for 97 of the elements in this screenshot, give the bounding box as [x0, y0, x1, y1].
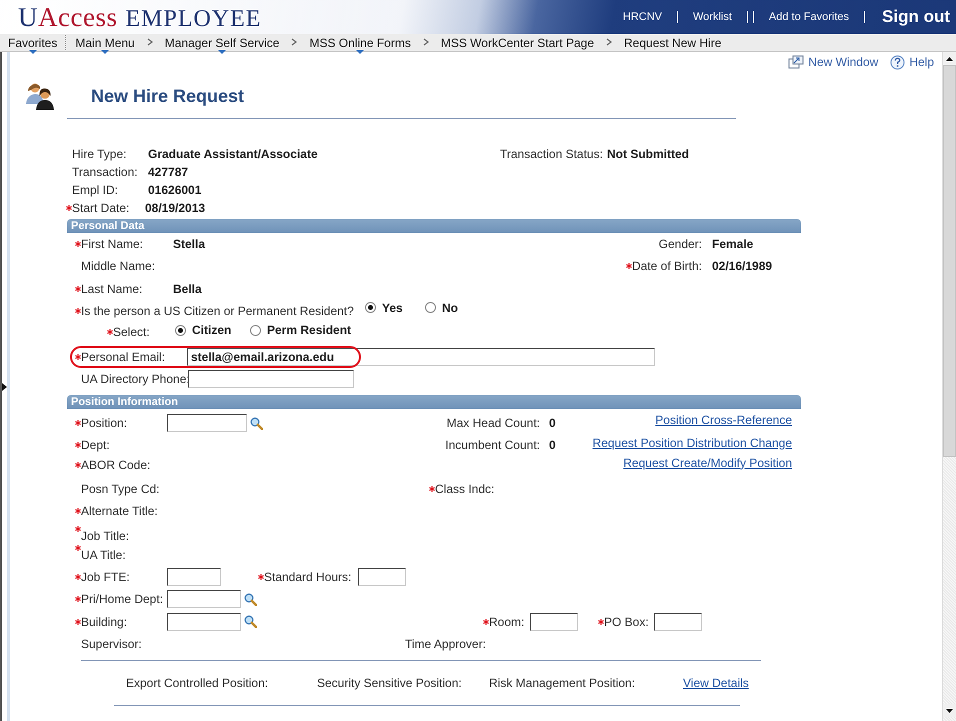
- input-field[interactable]: [358, 568, 406, 586]
- field-label: Position:: [81, 416, 128, 430]
- radio-label: Yes: [382, 300, 403, 314]
- field-label: UA Directory Phone:: [81, 372, 190, 386]
- input-field[interactable]: [654, 612, 702, 630]
- field-label: Time Approver:: [405, 636, 486, 650]
- field-label: UA Title:: [81, 548, 126, 562]
- search-icon[interactable]: [250, 416, 263, 430]
- field-label: Pri/Home Dept:: [81, 592, 164, 606]
- field-label: PO Box:: [604, 614, 649, 628]
- radio-button[interactable]: [250, 324, 261, 336]
- input-field[interactable]: [530, 612, 578, 630]
- field-label: Start Date:: [72, 201, 130, 215]
- text-link[interactable]: Position Cross-Reference: [655, 413, 792, 427]
- field-label: Gender:: [658, 237, 702, 251]
- logo: UAccess EMPLOYEE: [18, 2, 262, 32]
- text-link[interactable]: View Details: [683, 676, 749, 690]
- search-icon[interactable]: [244, 592, 257, 606]
- field-label: Job Title:: [81, 528, 130, 542]
- radio-label: No: [442, 300, 458, 314]
- input-field[interactable]: [167, 590, 241, 608]
- field-label: ABOR Code:: [81, 458, 150, 472]
- breadcrumb-link[interactable]: MSS WorkCenter Start Page: [438, 34, 596, 54]
- field-value: 02/16/1989: [712, 259, 772, 273]
- input-field[interactable]: stella@email.arizona.edu: [187, 348, 655, 366]
- field-label: Building:: [81, 614, 128, 628]
- field-value: Stella: [173, 237, 206, 251]
- field-label: Standard Hours:: [264, 570, 352, 584]
- header-link[interactable]: HRCNV: [622, 11, 662, 23]
- text-link[interactable]: Request Position Distribution Change: [592, 436, 792, 450]
- radio-button[interactable]: [425, 302, 436, 313]
- field-label: Hire Type:: [72, 147, 126, 161]
- search-icon[interactable]: [244, 615, 257, 628]
- input-field[interactable]: [188, 370, 354, 388]
- field-value: 0: [549, 438, 556, 452]
- triangle-up-icon: [946, 56, 953, 60]
- scroll-up-button[interactable]: [943, 52, 956, 65]
- field-value: 427787: [148, 165, 188, 179]
- field-label: Is the person a US Citizen or Permanent Resident?: [81, 304, 354, 318]
- section-header: Position Information: [67, 395, 801, 409]
- new-window-link[interactable]: New Window: [808, 55, 878, 69]
- field-value: Graduate Assistant/Associate: [148, 147, 318, 161]
- field-value: Female: [712, 237, 754, 251]
- page-title: New Hire Request: [91, 86, 244, 106]
- field-label: Incumbent Count:: [445, 438, 540, 452]
- breadcrumb-link[interactable]: Request New Hire: [622, 34, 724, 54]
- field-label: Security Sensitive Position:: [317, 676, 462, 690]
- field-label: Supervisor:: [81, 636, 142, 650]
- input-field[interactable]: [167, 414, 247, 432]
- field-value: Bella: [173, 282, 202, 296]
- field-label: Middle Name:: [81, 259, 156, 273]
- field-label: Dept:: [81, 438, 110, 452]
- breadcrumb-link[interactable]: MSS Online Forms: [307, 34, 413, 54]
- field-label: Transaction Status:: [500, 147, 603, 161]
- field-label: Alternate Title:: [81, 504, 158, 518]
- field-label: Last Name:: [81, 282, 142, 296]
- field-label: Max Head Count:: [446, 416, 540, 430]
- field-label: Select:: [113, 324, 150, 338]
- field-value: 01626001: [148, 183, 202, 197]
- field-value: 08/19/2013: [145, 201, 206, 215]
- chevron-icon: [422, 38, 429, 46]
- sign-out-link[interactable]: Sign out: [882, 7, 950, 27]
- help-link[interactable]: Help: [909, 55, 934, 69]
- text-link[interactable]: Request Create/Modify Position: [623, 456, 792, 470]
- chevron-icon: [291, 38, 298, 46]
- chevron-icon: [146, 38, 153, 46]
- field-label: Job FTE:: [81, 570, 130, 584]
- triangle-down-icon: [946, 708, 953, 712]
- header-link[interactable]: Add to Favorites: [768, 11, 850, 23]
- field-label: Posn Type Cd:: [81, 482, 160, 496]
- radio-label: Perm Resident: [267, 323, 352, 337]
- header-link[interactable]: Worklist: [693, 11, 732, 23]
- field-label: Export Controlled Position:: [126, 676, 268, 690]
- help-icon[interactable]: [890, 54, 906, 70]
- field-label: Room:: [489, 614, 524, 628]
- input-field[interactable]: [167, 612, 241, 630]
- expand-icon[interactable]: [2, 382, 7, 390]
- field-label: Date of Birth:: [632, 259, 702, 273]
- breadcrumb-link[interactable]: Manager Self Service: [162, 34, 282, 54]
- input-field[interactable]: [167, 568, 221, 586]
- field-label: Empl ID:: [72, 183, 118, 197]
- field-label: Personal Email:: [81, 350, 166, 364]
- scroll-down-button[interactable]: [943, 704, 956, 717]
- field-value: 0: [549, 416, 556, 430]
- field-label: First Name:: [81, 237, 144, 251]
- new-window-icon[interactable]: [788, 55, 804, 69]
- field-label: Risk Management Position:: [489, 676, 636, 690]
- breadcrumb-link[interactable]: Favorites: [6, 34, 60, 54]
- radio-button[interactable]: [175, 324, 186, 336]
- breadcrumb-link[interactable]: Main Menu: [73, 34, 137, 54]
- radio-label: Citizen: [192, 323, 232, 337]
- chevron-icon: [606, 38, 612, 46]
- radio-button[interactable]: [365, 302, 376, 313]
- section-header: Personal Data: [67, 219, 801, 233]
- field-value: Not Submitted: [607, 147, 689, 161]
- field-label: Transaction:: [72, 165, 138, 179]
- field-label: Class Indc:: [435, 482, 494, 496]
